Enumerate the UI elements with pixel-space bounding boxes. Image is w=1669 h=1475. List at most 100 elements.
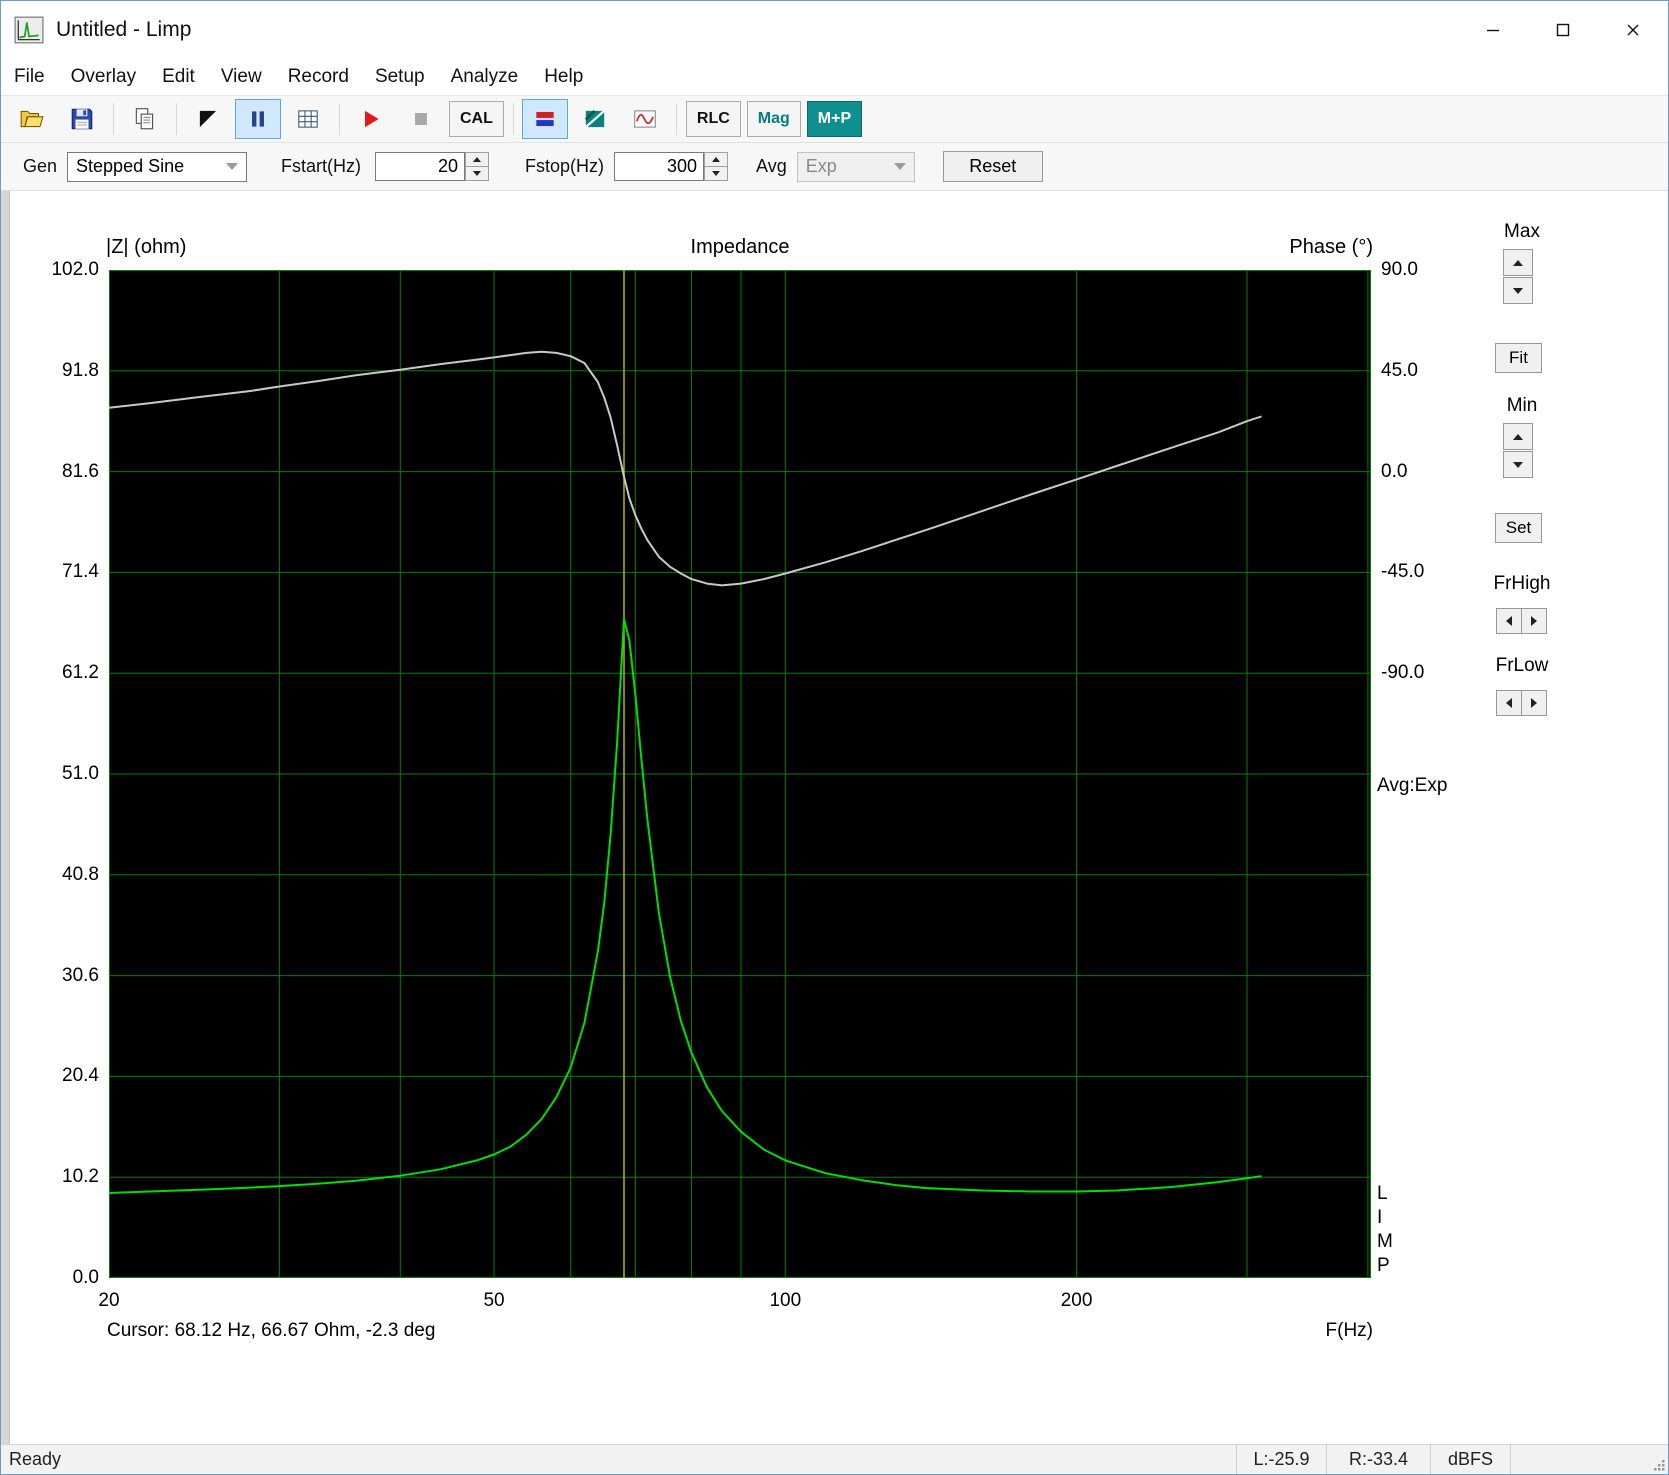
frhigh-right-button[interactable] <box>1521 608 1547 634</box>
signal-bars-button[interactable] <box>521 99 568 139</box>
frlow-label: FrLow <box>1495 655 1549 676</box>
fit-button[interactable]: Fit <box>1495 343 1542 373</box>
z-tick-label: 30.6 <box>62 964 99 986</box>
signal-bars-icon <box>536 111 554 127</box>
save-button[interactable] <box>59 99 105 139</box>
fstart-label: Fstart(Hz) <box>281 156 362 176</box>
menu-file[interactable]: File <box>1 59 58 95</box>
min-down-button[interactable] <box>1503 451 1533 478</box>
fstop-spinner <box>704 152 729 181</box>
waveform-button[interactable] <box>622 99 668 139</box>
freq-tick-label: 200 <box>1060 1290 1093 1311</box>
phase-tick-label: 0.0 <box>1381 460 1408 482</box>
menu-setup[interactable]: Setup <box>362 59 438 95</box>
status-right-level: R:-33.4 <box>1326 1445 1430 1474</box>
left-arrow-icon <box>1506 698 1512 708</box>
limp-watermark: L I M P <box>1377 1183 1393 1276</box>
rlc-button[interactable]: RLC <box>685 101 741 137</box>
frhigh-left-button[interactable] <box>1496 608 1522 634</box>
save-icon <box>71 108 93 130</box>
frlow-left-button[interactable] <box>1496 690 1522 716</box>
frlow-right-button[interactable] <box>1521 690 1547 716</box>
status-left-level: L:-25.9 <box>1236 1445 1326 1474</box>
max-up-button[interactable] <box>1503 249 1533 276</box>
down-arrow-icon <box>1513 287 1523 294</box>
left-arrow-icon <box>1506 616 1512 626</box>
z-tick-label: 91.8 <box>62 359 99 381</box>
maximize-icon <box>1556 23 1570 37</box>
avg-label: Avg <box>756 156 787 176</box>
resize-grip[interactable] <box>1650 1445 1668 1474</box>
pause-button[interactable] <box>235 99 281 139</box>
fstart-input[interactable] <box>375 152 466 181</box>
waveform-icon <box>634 110 656 128</box>
down-arrow-icon <box>712 171 721 176</box>
resize-grip-icon <box>1654 1460 1665 1471</box>
phase-tick-label: -90.0 <box>1381 662 1425 684</box>
phase-axis-title: Phase (°) <box>1289 236 1373 258</box>
status-empty-cell <box>1510 1445 1650 1474</box>
caption-buttons <box>1458 1 1668 59</box>
toolbar-separator <box>339 103 340 135</box>
close-button[interactable] <box>1598 1 1668 59</box>
fstart-spinner <box>465 152 490 181</box>
menu-edit[interactable]: Edit <box>149 59 208 95</box>
table-button[interactable] <box>285 99 331 139</box>
z-tick-label: 102.0 <box>51 259 99 280</box>
fstop-spin-up[interactable] <box>704 152 729 167</box>
status-bar: Ready L:-25.9 R:-33.4 dBFS <box>1 1444 1668 1474</box>
record-button[interactable] <box>348 99 394 139</box>
fstart-spin-down[interactable] <box>465 167 490 181</box>
up-arrow-icon <box>712 157 721 162</box>
fstart-spin-up[interactable] <box>465 152 490 167</box>
menu-analyze[interactable]: Analyze <box>438 59 532 95</box>
menu-overlay[interactable]: Overlay <box>58 59 149 95</box>
z-tick-label: 0.0 <box>72 1267 99 1288</box>
z-tick-label: 61.2 <box>62 662 99 684</box>
toolbar-separator <box>675 103 677 135</box>
menu-help[interactable]: Help <box>531 59 596 95</box>
status-unit: dBFS <box>1430 1445 1510 1474</box>
reset-button[interactable]: Reset <box>942 151 1043 182</box>
freq-tick-label: 100 <box>769 1290 802 1311</box>
stop-button[interactable] <box>398 99 444 139</box>
fstop-input[interactable] <box>614 152 705 181</box>
gen-select-value: Stepped Sine <box>76 156 185 176</box>
toolbar-separator <box>512 103 514 135</box>
toolbar-separator <box>113 103 114 135</box>
z-tick-label: 10.2 <box>62 1166 99 1188</box>
minimize-button[interactable] <box>1458 1 1528 59</box>
impedance-plot <box>109 270 1371 1278</box>
fstop-label: Fstop(Hz) <box>525 156 605 176</box>
generator-controls: Gen Stepped Sine Fstart(Hz) Fstop(Hz) Av… <box>1 143 1668 191</box>
open-folder-icon <box>20 110 44 128</box>
table-icon <box>298 110 318 128</box>
open-button[interactable] <box>9 99 55 139</box>
pause-icon <box>252 111 264 127</box>
z-tick-label: 51.0 <box>62 763 99 784</box>
copy-icon <box>135 108 154 130</box>
z-tick-label: 81.6 <box>62 460 99 482</box>
close-icon <box>1627 24 1639 36</box>
mag-button[interactable]: Mag <box>746 101 801 137</box>
chevron-down-icon <box>893 163 906 170</box>
menu-view[interactable]: View <box>208 59 275 95</box>
cursor-readout: Cursor: 68.12 Hz, 66.67 Ohm, -2.3 deg <box>107 1320 436 1341</box>
maximize-button[interactable] <box>1528 1 1598 59</box>
menu-record[interactable]: Record <box>275 59 362 95</box>
cal-button[interactable]: CAL <box>449 101 504 137</box>
flag-button[interactable] <box>185 99 231 139</box>
spectrum-button[interactable] <box>572 99 618 139</box>
avg-select-value: Exp <box>805 156 837 176</box>
set-button[interactable]: Set <box>1495 513 1542 543</box>
chevron-down-icon <box>226 163 239 170</box>
max-down-button[interactable] <box>1503 277 1533 304</box>
fstop-spin-down[interactable] <box>704 167 729 181</box>
min-up-button[interactable] <box>1503 423 1533 450</box>
mp-button[interactable]: M+P <box>806 101 863 137</box>
gen-select[interactable]: Stepped Sine <box>67 151 248 182</box>
copy-button[interactable] <box>122 99 168 139</box>
menu-bar: File Overlay Edit View Record Setup Anal… <box>1 59 1668 95</box>
limp-window: Untitled - Limp File Overlay Edit View R… <box>0 0 1669 1475</box>
min-label: Min <box>1506 395 1538 416</box>
